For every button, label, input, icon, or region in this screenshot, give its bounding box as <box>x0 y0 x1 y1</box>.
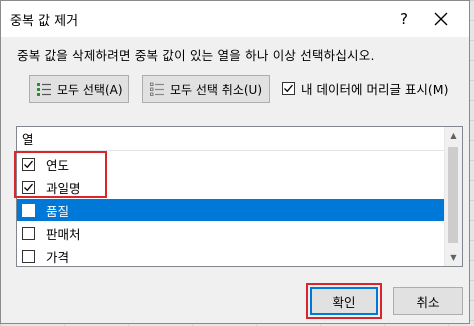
checkmark-icon <box>284 84 294 93</box>
dialog-title: 중복 값 제거 <box>10 14 79 29</box>
instruction-text: 중복 값을 삭제하려면 중복 값이 있는 열을 하나 이상 선택하십시오. <box>17 48 375 63</box>
list-item[interactable]: 판매처 <box>17 222 445 244</box>
select-all-label: 모두 선택(A) <box>57 82 123 97</box>
highlight-box-ok-button <box>306 283 382 319</box>
unselect-all-button[interactable]: 모두 선택 취소(U) <box>142 75 270 103</box>
column-checkbox[interactable] <box>22 249 35 263</box>
select-all-icon <box>37 83 51 96</box>
highlight-box-checked-columns <box>14 151 107 198</box>
scroll-up-icon[interactable]: ▲ <box>445 127 462 144</box>
column-checkbox[interactable] <box>22 203 35 217</box>
close-button[interactable] <box>429 7 453 31</box>
list-item[interactable]: 품질 <box>17 199 445 221</box>
help-button[interactable]: ? <box>394 8 414 30</box>
unselect-all-icon <box>150 82 164 96</box>
headers-checkbox-label: 내 데이터에 머리글 표시(M) <box>301 82 449 97</box>
cancel-button-label: 취소 <box>416 294 440 310</box>
remove-duplicates-dialog: 중복 값 제거 ? 중복 값을 삭제하려면 중복 값이 있는 열을 하나 이상 … <box>0 0 470 324</box>
headers-checkbox-row[interactable]: 내 데이터에 머리글 표시(M) <box>282 79 448 98</box>
column-label: 가격 <box>46 249 70 265</box>
select-all-button[interactable]: 모두 선택(A) <box>29 75 129 103</box>
list-item[interactable]: 가격 <box>17 245 445 266</box>
list-header-label: 열 <box>22 132 34 147</box>
column-label: 판매처 <box>46 226 81 242</box>
column-checkbox[interactable] <box>22 226 35 240</box>
scroll-down-icon[interactable]: ▼ <box>445 249 462 266</box>
scrollbar-thumb[interactable] <box>448 147 458 243</box>
list-header: 열 <box>17 127 445 151</box>
cancel-button[interactable]: 취소 <box>393 287 463 315</box>
close-icon <box>434 12 448 26</box>
column-label: 품질 <box>46 203 70 219</box>
title-bar: 중복 값 제거 ? <box>1 1 469 37</box>
unselect-all-label: 모두 선택 취소(U) <box>170 82 263 97</box>
vertical-scrollbar[interactable]: ▲ ▼ <box>444 127 462 266</box>
headers-checkbox[interactable] <box>282 82 295 95</box>
